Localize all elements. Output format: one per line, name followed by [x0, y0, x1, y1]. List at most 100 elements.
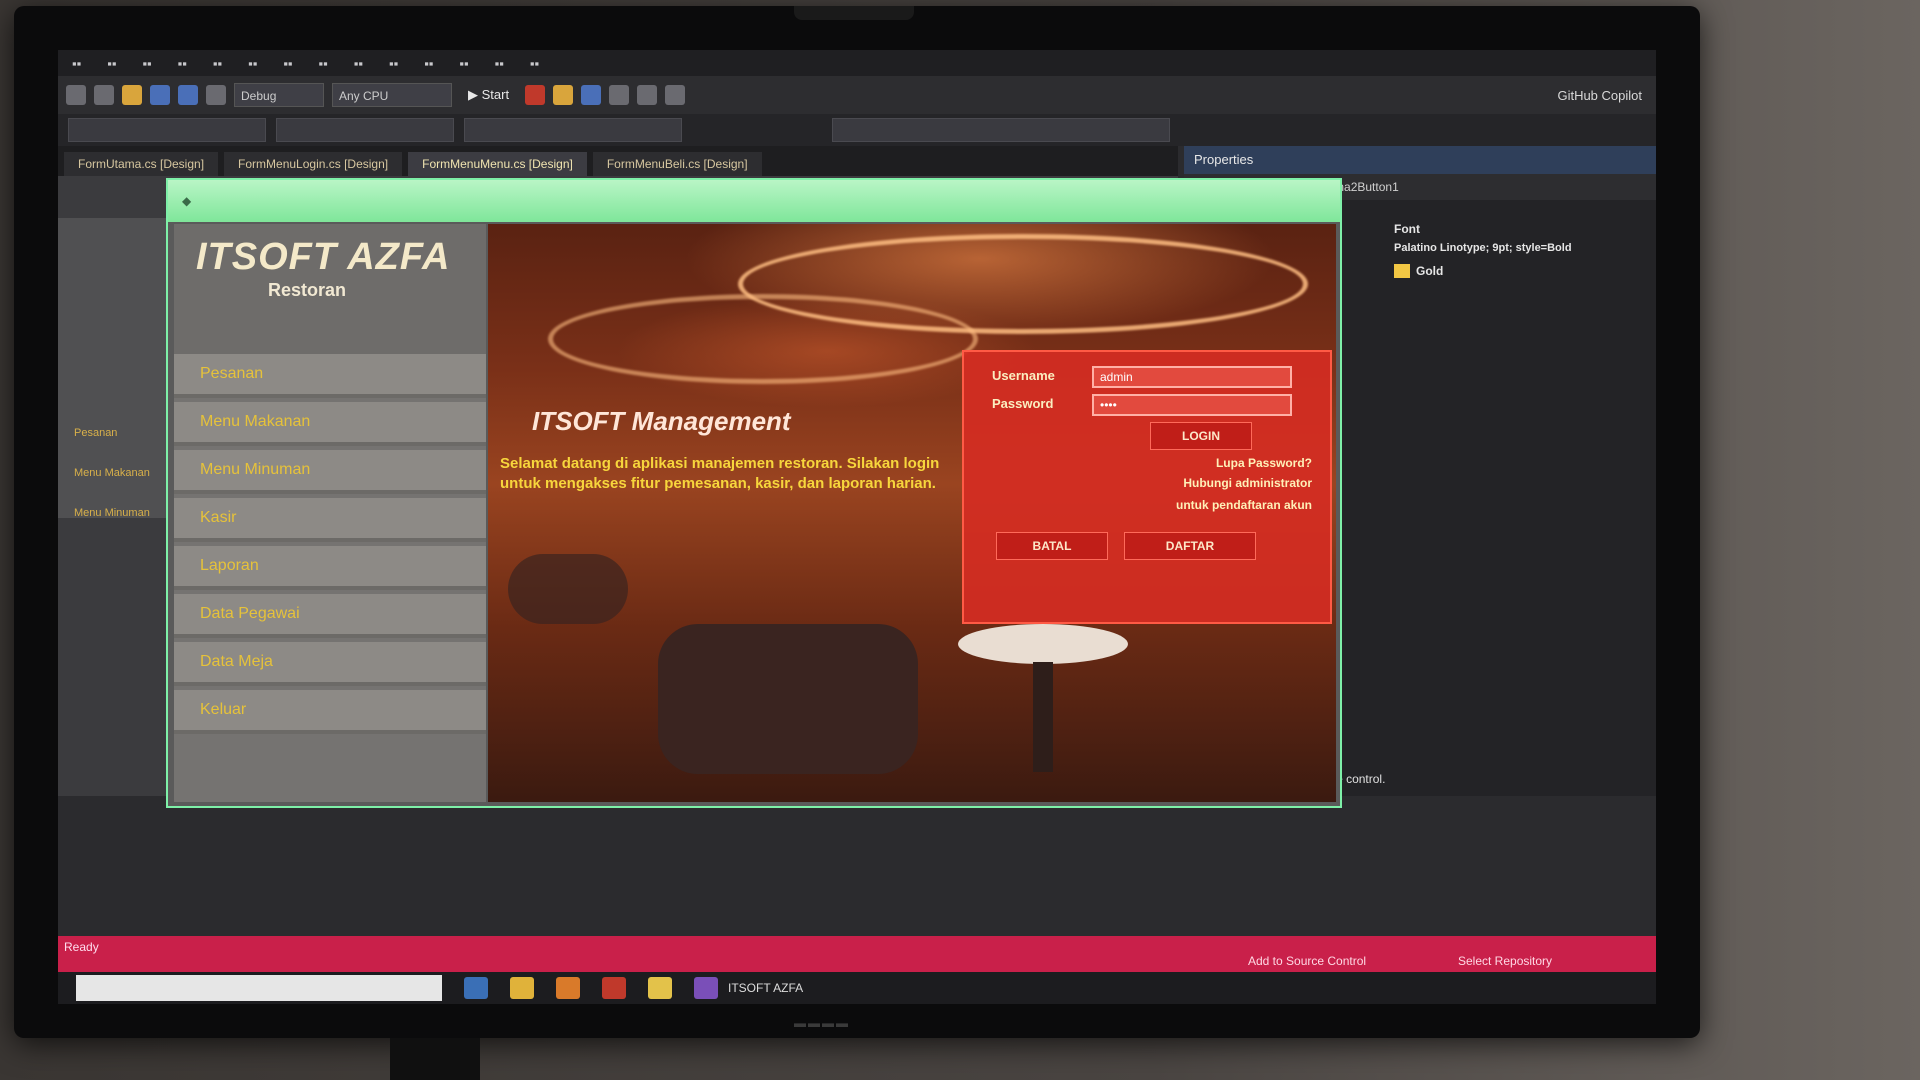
toolbar-field[interactable] — [832, 118, 1170, 142]
undo-icon[interactable] — [206, 85, 226, 105]
menu-edit[interactable]: ▪▪ — [107, 56, 116, 71]
app-icon: ◆ — [182, 194, 192, 208]
sidebar-item-menu-minuman[interactable]: Menu Minuman — [174, 450, 486, 494]
brand-name: ITSOFT AZFA — [196, 236, 451, 278]
register-button[interactable]: DAFTAR — [1124, 532, 1256, 560]
menu-test[interactable]: ▪▪ — [354, 56, 363, 71]
menu-window[interactable]: ▪▪ — [495, 56, 504, 71]
table-pedestal — [1033, 662, 1053, 772]
sidebar-item-kasir[interactable]: Kasir — [174, 498, 486, 542]
password-label: Password — [992, 396, 1054, 411]
app-window: ◆ ITSOFT AZFA Restoran Pesanan Menu Maka… — [166, 178, 1342, 808]
login-panel: Username admin Password •••• LOGIN Lupa … — [962, 350, 1332, 624]
round-table — [958, 624, 1128, 664]
tab-form-menu[interactable]: FormMenuMenu.cs [Design] — [408, 152, 587, 176]
tab-form-login[interactable]: FormMenuLogin.cs [Design] — [224, 152, 403, 176]
config-dropdown[interactable]: Debug — [234, 83, 324, 107]
cancel-button[interactable]: BATAL — [996, 532, 1108, 560]
tab-form-utama[interactable]: FormUtama.cs [Design] — [64, 152, 219, 176]
project-dropdown[interactable] — [68, 118, 266, 142]
lounge-chair — [658, 624, 918, 774]
ghost-menu-item: Menu Minuman — [74, 507, 150, 519]
forecolor-swatch — [1394, 264, 1410, 278]
background-form-sidebar: Pesanan Menu Makanan Menu Minuman — [58, 218, 168, 519]
sidebar-item-keluar[interactable]: Keluar — [174, 690, 486, 734]
prop-forecolor-value[interactable]: Gold — [1416, 264, 1443, 278]
browser-icon[interactable] — [602, 977, 626, 999]
status-ready: Ready — [64, 940, 99, 954]
register-note-text: untuk pendaftaran akun — [1175, 498, 1312, 512]
prop-font-value[interactable]: Palatino Linotype; 9pt; style=Bold — [1394, 242, 1572, 254]
screen: ▪▪ ▪▪ ▪▪ ▪▪ ▪▪ ▪▪ ▪▪ ▪▪ ▪▪ ▪▪ ▪▪ ▪▪ ▪▪ ▪… — [58, 50, 1656, 1004]
ghost-menu-item: Pesanan — [74, 427, 118, 439]
app-titlebar[interactable]: ◆ — [168, 180, 1340, 222]
add-source-control-button[interactable]: Add to Source Control — [1248, 954, 1366, 968]
start-label: Start — [481, 87, 510, 102]
taskbar-search[interactable] — [76, 975, 442, 1001]
menu-tools[interactable]: ▪▪ — [424, 56, 433, 71]
dining-chair — [508, 554, 628, 624]
login-button[interactable]: LOGIN — [1150, 422, 1252, 450]
task-view-icon[interactable] — [464, 977, 488, 999]
app-sidebar: ITSOFT AZFA Restoran Pesanan Menu Makana… — [174, 224, 486, 802]
back-icon[interactable] — [66, 85, 86, 105]
new-file-icon[interactable] — [122, 85, 142, 105]
format-icon[interactable] — [665, 85, 686, 105]
menu-project[interactable]: ▪▪ — [213, 56, 222, 71]
ide-toolbar-secondary — [58, 114, 1656, 146]
file-explorer-icon[interactable] — [510, 977, 534, 999]
sidebar-item-pesanan[interactable]: Pesanan — [174, 354, 486, 398]
menu-debug[interactable]: ▪▪ — [283, 56, 292, 71]
search-box[interactable] — [464, 118, 682, 142]
forgot-password-link[interactable]: Lupa Password? — [1216, 456, 1312, 470]
member-dropdown[interactable] — [276, 118, 454, 142]
monitor-stand — [390, 1038, 480, 1080]
stop-icon[interactable] — [525, 85, 546, 105]
username-label: Username — [992, 368, 1055, 383]
menu-extensions[interactable]: ▪▪ — [459, 56, 468, 71]
align-icon[interactable] — [637, 85, 658, 105]
menu-git[interactable]: ▪▪ — [178, 56, 187, 71]
hero-description: Selamat datang di aplikasi manajemen res… — [500, 455, 940, 492]
forward-icon[interactable] — [94, 85, 114, 105]
windows-taskbar: ITSOFT AZFA — [58, 972, 1656, 1004]
monitor-frame: ▪▪ ▪▪ ▪▪ ▪▪ ▪▪ ▪▪ ▪▪ ▪▪ ▪▪ ▪▪ ▪▪ ▪▪ ▪▪ ▪… — [14, 6, 1700, 1038]
taskbar-app-label[interactable]: ITSOFT AZFA — [728, 981, 803, 995]
document-tabs: FormUtama.cs [Design] FormMenuLogin.cs [… — [58, 146, 1178, 176]
menu-analyze[interactable]: ▪▪ — [389, 56, 398, 71]
prop-font-label: Font — [1394, 222, 1420, 236]
ide-status-bar: Ready Add to Source Control Select Repos… — [58, 936, 1656, 972]
visual-studio-icon[interactable] — [694, 977, 718, 999]
ceiling-light-ring — [548, 294, 978, 384]
tab-form-beli[interactable]: FormMenuBeli.cs [Design] — [592, 152, 762, 176]
menu-format[interactable]: ▪▪ — [319, 56, 328, 71]
ghost-menu-item: Menu Makanan — [74, 467, 150, 479]
menu-help[interactable]: ▪▪ — [530, 56, 539, 71]
password-input[interactable]: •••• — [1092, 394, 1292, 416]
save-all-icon[interactable] — [178, 85, 198, 105]
platform-dropdown[interactable]: Any CPU — [332, 83, 452, 107]
folder-icon[interactable] — [553, 85, 574, 105]
folder-icon[interactable] — [648, 977, 672, 999]
contact-admin-text: Hubungi administrator — [1183, 476, 1312, 490]
webcam — [794, 6, 914, 20]
store-icon[interactable] — [556, 977, 580, 999]
sidebar-item-menu-makanan[interactable]: Menu Makanan — [174, 402, 486, 446]
username-input[interactable]: admin — [1092, 366, 1292, 388]
restart-icon[interactable] — [581, 85, 602, 105]
sidebar-item-data-meja[interactable]: Data Meja — [174, 642, 486, 686]
monitor-logo: ▬▬▬▬ — [794, 1016, 850, 1030]
select-repository-button[interactable]: Select Repository — [1458, 954, 1552, 968]
menu-build[interactable]: ▪▪ — [248, 56, 257, 71]
ide-toolbar: Debug Any CPU ▶ Start GitHub Copilot — [58, 76, 1656, 114]
menu-view[interactable]: ▪▪ — [142, 56, 151, 71]
menu-file[interactable]: ▪▪ — [72, 56, 81, 71]
hero-title: ITSOFT Management — [532, 406, 791, 436]
properties-title: Properties — [1184, 146, 1656, 174]
sidebar-item-laporan[interactable]: Laporan — [174, 546, 486, 590]
step-icon[interactable] — [609, 85, 630, 105]
sidebar-item-data-pegawai[interactable]: Data Pegawai — [174, 594, 486, 638]
save-icon[interactable] — [150, 85, 170, 105]
start-debug-button[interactable]: ▶ Start — [460, 87, 517, 103]
copilot-button[interactable]: GitHub Copilot — [1557, 88, 1642, 103]
